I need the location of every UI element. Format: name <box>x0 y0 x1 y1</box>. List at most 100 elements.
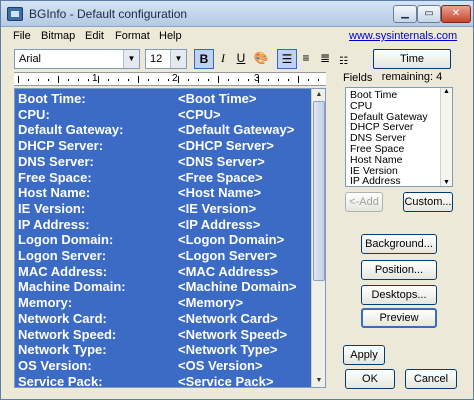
field-label-text: Logon Domain: <box>18 232 114 248</box>
menu-format[interactable]: Format <box>115 30 150 42</box>
field-label-text: Boot Time: <box>18 91 86 106</box>
field-placeholder-text: <IP Address> <box>178 216 261 232</box>
field-label-text: DNS Server: <box>18 153 94 169</box>
field-label-text: Network Speed: <box>18 326 117 342</box>
field-label-text: Machine Domain: <box>18 279 126 295</box>
scroll-down-icon[interactable]: ▼ <box>443 179 450 186</box>
maximize-button[interactable]: ▭ <box>417 5 441 23</box>
custom-button[interactable]: Custom... <box>403 192 453 212</box>
field-label-text: CPU: <box>18 106 50 122</box>
ruler-mark <box>138 76 139 83</box>
scrollbar-thumb[interactable] <box>313 101 325 281</box>
window-title: BGInfo - Default configuration <box>29 7 188 21</box>
list-icon: ☷ <box>339 56 348 67</box>
color-picker-icon[interactable]: 🎨 <box>251 49 271 69</box>
minimize-button[interactable]: ▁ <box>393 5 417 23</box>
ruler-mark <box>38 79 39 81</box>
ruler-mark <box>308 79 309 81</box>
ruler-mark <box>48 79 49 81</box>
apply-button[interactable]: Apply <box>343 345 385 365</box>
font-size-combobox[interactable]: 12 ▼ <box>145 49 187 69</box>
desktops-button[interactable]: Desktops... <box>361 285 437 305</box>
field-label-text: Network Type: <box>18 342 107 358</box>
ruler-mark <box>228 79 229 81</box>
editor-line: Machine Domain: <Machine Domain> <box>15 278 311 294</box>
field-label-text: IE Version: <box>18 200 86 216</box>
chevron-down-icon[interactable]: ▼ <box>123 50 139 68</box>
menu-file[interactable]: File <box>13 30 31 42</box>
cancel-button[interactable]: Cancel <box>405 369 457 389</box>
ruler-mark <box>88 79 89 81</box>
ruler-mark <box>208 79 209 81</box>
fields-list-item[interactable]: IP Address <box>350 175 401 186</box>
time-remaining-button[interactable]: Time remaining: 4 <box>373 49 451 83</box>
menu-help[interactable]: Help <box>159 30 182 42</box>
ruler-mark <box>78 79 79 81</box>
editor-line: Memory: <Memory> <box>15 294 311 310</box>
editor-line: MAC Address: <MAC Address> <box>15 263 311 279</box>
font-value: Arial <box>19 53 42 65</box>
italic-button[interactable]: I <box>213 49 233 69</box>
bold-button[interactable]: B <box>194 49 214 69</box>
close-button[interactable]: ✕ <box>441 5 471 23</box>
align-left-icon[interactable]: ☰ <box>277 49 297 69</box>
add-field-button[interactable]: <-Add <box>345 192 383 212</box>
ruler-mark <box>108 79 109 81</box>
ruler: 1 2 3 <box>14 72 326 86</box>
ruler-number: 3 <box>254 73 260 84</box>
sysinternals-link[interactable]: www.sysinternals.com <box>349 30 457 42</box>
editor-line: Logon Domain: <Logon Domain> <box>15 231 311 247</box>
field-label-text: MAC Address: <box>18 263 108 279</box>
field-placeholder-text: <Host Name> <box>178 185 262 201</box>
fields-listbox[interactable]: Boot Time CPU Default Gateway DHCP Server DN… <box>345 87 453 187</box>
font-combobox[interactable]: Arial ▼ <box>14 49 140 69</box>
ruler-mark <box>18 76 19 83</box>
field-label-text: Free Space: <box>18 169 92 185</box>
background-button[interactable]: Background... <box>361 234 437 254</box>
editor-scrollbar[interactable]: ▲ ▼ <box>311 89 325 387</box>
scroll-down-icon[interactable]: ▼ <box>312 375 325 387</box>
align-right-icon[interactable]: ≣ <box>315 49 335 69</box>
editor-line: Logon Server: <Logon Server> <box>15 247 311 263</box>
ruler-mark <box>58 76 59 83</box>
editor-line: DHCP Server: <DHCP Server> <box>15 137 311 153</box>
preview-button[interactable]: Preview <box>361 308 437 328</box>
ruler-mark <box>28 79 29 81</box>
info-editor[interactable]: Boot Time: <Boot Time> CPU: <CPU> Default Ga… <box>14 88 326 388</box>
editor-line: Network Card: <Network Card> <box>15 310 311 326</box>
editor-line: Host Name: <Host Name> <box>15 184 311 200</box>
font-size-value: 12 <box>150 53 163 65</box>
bginfo-app-icon <box>7 7 23 21</box>
ok-button[interactable]: OK <box>345 369 395 389</box>
ruler-mark <box>218 76 219 83</box>
position-button[interactable]: Position... <box>361 260 437 280</box>
editor-line: DNS Server: <DNS Server> <box>15 153 311 169</box>
scroll-up-icon[interactable]: ▲ <box>312 89 325 101</box>
field-placeholder-text: <Free Space> <box>178 169 263 185</box>
field-label-text: Host Name: <box>18 185 91 201</box>
field-placeholder-text: <Memory> <box>178 295 244 311</box>
field-placeholder-text: <Network Type> <box>178 342 278 358</box>
field-placeholder-text: <Service Pack> <box>178 373 274 388</box>
field-placeholder-text: <IE Version> <box>178 200 257 216</box>
fields-scrollbar[interactable]: ▲ ▼ <box>440 88 452 186</box>
field-placeholder-text: <CPU> <box>178 106 221 122</box>
editor-selection[interactable]: Boot Time: <Boot Time> CPU: <CPU> Default Ga… <box>15 89 311 388</box>
editor-line: OS Version: <OS Version> <box>15 357 311 373</box>
menu-bitmap[interactable]: Bitmap <box>41 30 75 42</box>
underline-button[interactable]: U <box>231 49 251 69</box>
field-label-text: Default Gateway: <box>18 122 124 138</box>
ruler-mark <box>198 79 199 81</box>
field-label-text: Logon Server: <box>18 248 107 263</box>
ruler-mark <box>178 76 179 83</box>
editor-line: Free Space: <Free Space> <box>15 169 311 185</box>
chevron-down-icon[interactable]: ▼ <box>170 50 186 68</box>
scroll-up-icon[interactable]: ▲ <box>443 88 450 95</box>
field-label-text: OS Version: <box>18 357 92 373</box>
fields-label: Fields <box>343 72 373 84</box>
align-center-icon[interactable]: ≡ <box>296 49 316 69</box>
menu-edit[interactable]: Edit <box>85 30 104 42</box>
ruler-mark <box>238 79 239 81</box>
menu-bar: File Bitmap Edit Format Help www.sysinte… <box>1 27 473 46</box>
field-placeholder-text: <Machine Domain> <box>178 279 297 295</box>
